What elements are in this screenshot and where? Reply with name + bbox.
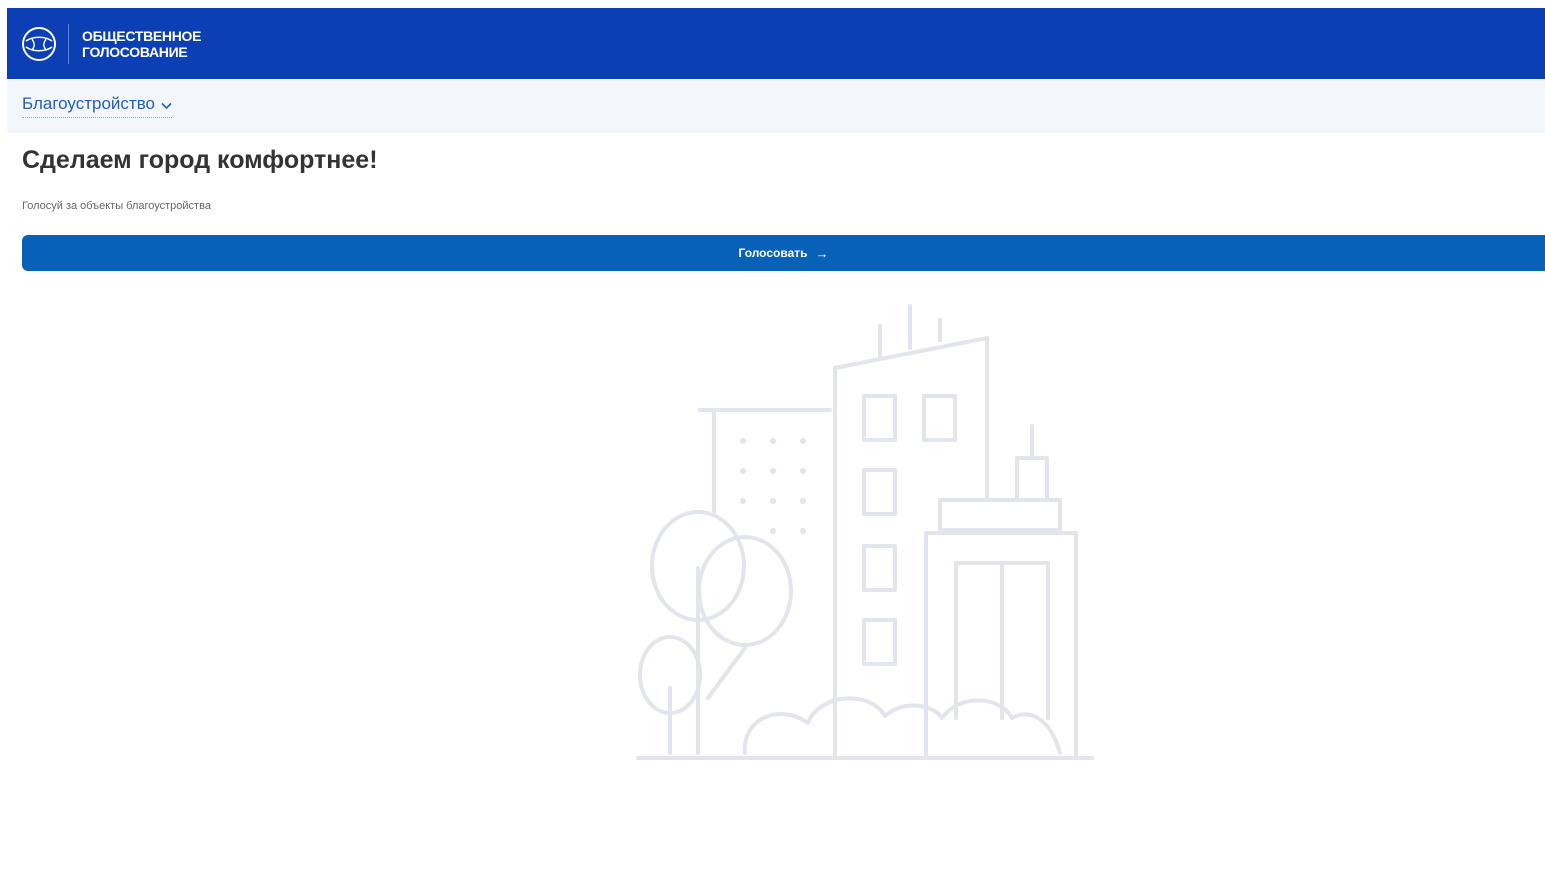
arrow-right-icon: → [815, 245, 829, 261]
logo-divider [68, 23, 69, 64]
logo-line-2: ГОЛОСОВАНИЕ [82, 43, 188, 60]
vote-button[interactable]: Голосовать → [22, 235, 1545, 271]
category-bar: Благоустройство [7, 79, 1545, 133]
page-subtitle: Голосуй за объекты благоустройства [22, 200, 211, 212]
vote-button-label: Голосовать [738, 246, 808, 260]
site-logo-text[interactable]: ОБЩЕСТВЕННОЕ ГОЛОСОВАНИЕ [82, 28, 201, 60]
city-buildings-icon [630, 298, 1100, 768]
category-label: Благоустройство [22, 94, 156, 113]
top-header: ОБЩЕСТВЕННОЕ ГОЛОСОВАНИЕ [7, 8, 1545, 79]
page-title: Сделаем город комфортнее! [22, 146, 378, 174]
globe-icon[interactable] [21, 26, 57, 62]
chevron-down-icon [161, 102, 172, 110]
category-dropdown[interactable]: Благоустройство [22, 94, 173, 118]
page: ОБЩЕСТВЕННОЕ ГОЛОСОВАНИЕ Благоустройство… [0, 0, 1545, 881]
logo-line-1: ОБЩЕСТВЕННОЕ [82, 27, 202, 44]
